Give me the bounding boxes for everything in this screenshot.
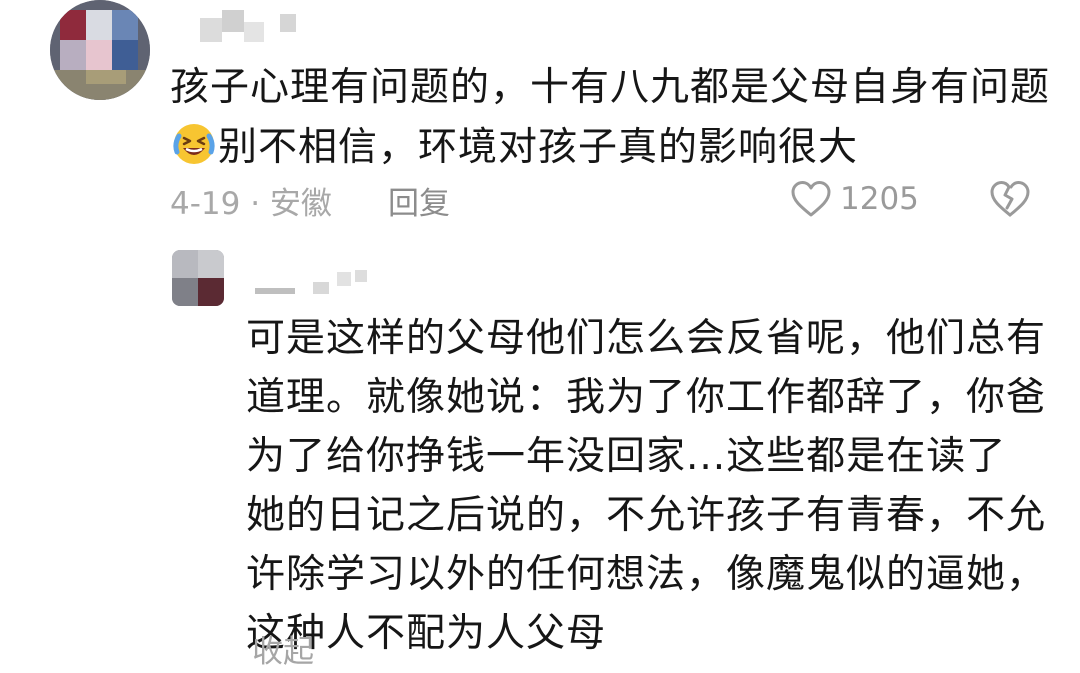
comment-meta-row: 4-19 · 安徽 回复 1205 (170, 176, 1050, 222)
laughing-crying-emoji-icon (172, 122, 216, 166)
like-count: 1205 (840, 181, 919, 217)
reply-button[interactable]: 回复 (388, 178, 450, 223)
broken-heart-icon (988, 181, 1032, 228)
comment-date-location: 4-19 · 安徽 (170, 186, 332, 222)
reply-text: 可是这样的父母他们怎么会反省呢，他们总有道理。就像她说：我为了你工作都辞了，你爸… (246, 316, 1047, 656)
commenter-name-redacted[interactable] (200, 10, 310, 44)
collapse-button[interactable]: 收起 (252, 626, 314, 671)
heart-outline-icon (790, 179, 832, 219)
dislike-button[interactable] (988, 178, 1032, 228)
replier-name-redacted[interactable] (255, 268, 375, 298)
comment-text-part2: 别不相信，环境对孩子真的影响很大 (218, 125, 859, 170)
replier-avatar[interactable] (172, 250, 224, 306)
commenter-avatar[interactable] (50, 0, 150, 100)
comment-text: 孩子心理有问题的，十有八九都是父母自身有问题 别不相信，环境对孩子真的影响很大 (170, 58, 1050, 178)
like-button[interactable]: 1205 (790, 176, 919, 222)
comment-text-part1: 孩子心理有问题的，十有八九都是父母自身有问题 (170, 65, 1051, 110)
